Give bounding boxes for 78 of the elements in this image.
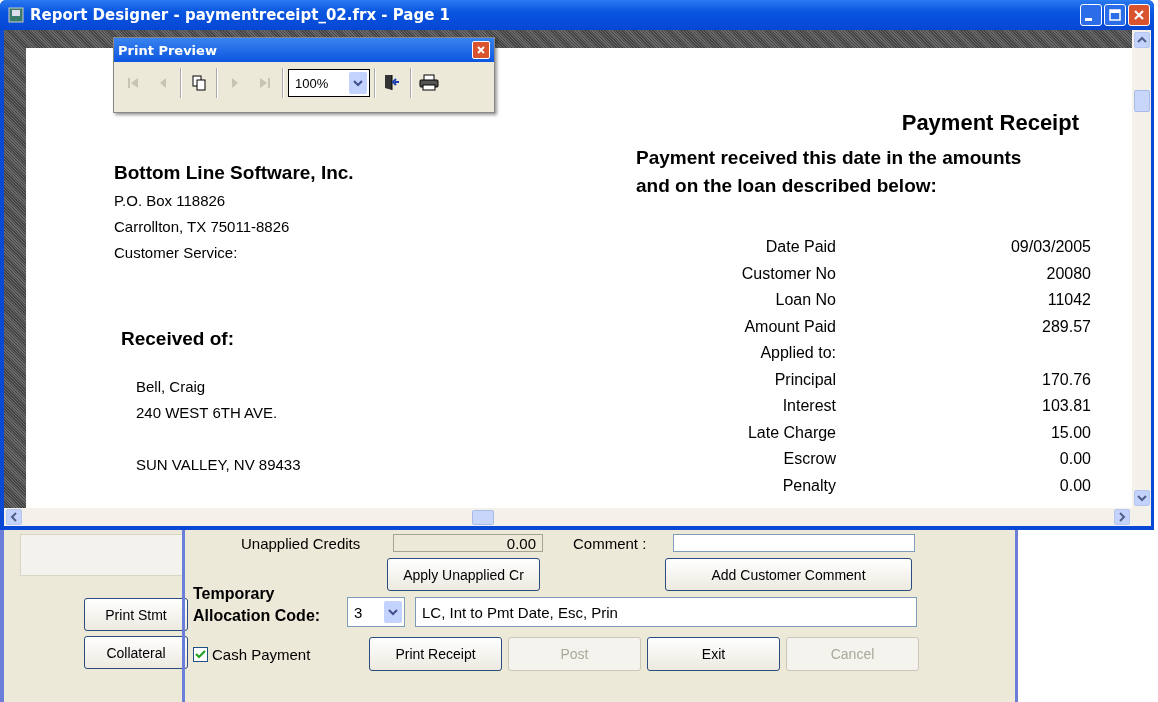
detail-label: Amount Paid <box>743 316 836 337</box>
action-button[interactable]: Print Receipt <box>369 637 502 671</box>
allocation-label: Temporary <box>193 584 276 604</box>
side-button[interactable]: Print Stmt <box>84 598 188 631</box>
report-title: Payment Receipt <box>900 110 1079 136</box>
close-button[interactable] <box>472 41 490 59</box>
caret-down-icon <box>1136 494 1147 502</box>
side-button[interactable]: Collateral <box>84 636 188 669</box>
zoom-dropdown[interactable]: 100% <box>288 69 370 97</box>
receipt-statement: Payment received this date in the amounts <box>636 146 1023 170</box>
close-icon <box>1132 8 1146 22</box>
scroll-up-button[interactable] <box>1133 32 1150 48</box>
checkbox-label: Cash Payment <box>212 645 311 663</box>
company-address-line: P.O. Box 118826 <box>114 191 226 211</box>
detail-value: 15.00 <box>1049 422 1091 443</box>
allocation-description-field[interactable]: LC, Int to Pmt Date, Esc, Prin <box>415 597 917 627</box>
apply-credits-button[interactable]: Apply Unapplied Cr <box>387 558 540 591</box>
caret-down-icon <box>388 608 398 616</box>
close-button[interactable] <box>1128 4 1150 26</box>
detail-value: 0.00 <box>1058 475 1091 496</box>
comment-field[interactable] <box>673 534 915 552</box>
detail-label: Loan No <box>774 290 836 310</box>
action-button[interactable]: Exit <box>647 637 780 671</box>
unapplied-credits-field: 0.00 <box>393 534 543 552</box>
field-label: Unapplied Credits <box>241 534 362 552</box>
check-icon <box>195 648 206 660</box>
caret-down-icon <box>353 79 363 87</box>
scroll-thumb[interactable] <box>1133 90 1150 112</box>
zoom-value: 100% <box>295 75 329 91</box>
last-page-icon <box>258 76 272 90</box>
detail-value: 170.76 <box>1041 369 1091 390</box>
add-comment-button[interactable]: Add Customer Comment <box>665 558 912 591</box>
scroll-right-button[interactable] <box>1114 509 1130 525</box>
detail-label: Late Charge <box>746 422 836 443</box>
detail-label: Applied to: <box>759 343 836 363</box>
maximize-icon <box>1108 8 1122 22</box>
caret-up-icon <box>1136 36 1147 44</box>
printer-icon <box>419 74 439 92</box>
detail-label: Interest <box>781 396 836 416</box>
scroll-down-button[interactable] <box>1133 490 1150 506</box>
allocation-label: Allocation Code: <box>193 606 322 626</box>
detail-value: 289.57 <box>1041 316 1091 337</box>
detail-value: 0.00 <box>1058 449 1091 469</box>
detail-value: 20080 <box>1045 263 1091 284</box>
scroll-left-button[interactable] <box>6 509 22 525</box>
detail-value: 103.81 <box>1041 396 1091 416</box>
maximize-button[interactable] <box>1104 4 1126 26</box>
detail-label: Penalty <box>781 475 836 496</box>
app-icon <box>8 7 24 23</box>
allocation-code-dropdown[interactable]: 3 <box>347 597 405 627</box>
detail-label: Principal <box>773 369 836 390</box>
pages-icon <box>191 75 207 91</box>
caret-right-icon <box>1118 512 1126 522</box>
horizontal-scrollbar[interactable] <box>4 508 1132 526</box>
caret-left-icon <box>10 512 18 522</box>
toolbar-title: Print Preview <box>118 42 217 58</box>
detail-label: Escrow <box>782 449 836 469</box>
field-label: Comment : <box>573 534 648 552</box>
company-name: Bottom Line Software, Inc. <box>114 162 354 184</box>
received-of-heading: Received of: <box>121 328 234 350</box>
scroll-thumb[interactable] <box>472 509 494 525</box>
detail-label: Customer No <box>740 263 836 284</box>
customer-address-line: 240 WEST 6TH AVE. <box>136 403 278 423</box>
minimize-button[interactable] <box>1080 4 1102 26</box>
minimize-icon <box>1085 17 1092 21</box>
detail-value: 09/03/2005 <box>1009 237 1091 257</box>
detail-value: 11042 <box>1046 290 1091 310</box>
receipt-statement: and on the loan described below: <box>636 174 938 198</box>
window-title: Report Designer - paymentreceipt_02.frx - Page 1 <box>30 6 451 24</box>
first-page-icon <box>126 76 140 90</box>
company-address-line: Customer Service: <box>114 243 238 263</box>
customer-city-line: SUN VALLEY, NV 89433 <box>136 455 301 475</box>
close-icon <box>476 45 486 55</box>
vertical-scrollbar[interactable] <box>1132 30 1151 508</box>
detail-label: Date Paid <box>764 237 836 257</box>
customer-address-line: Bell, Craig <box>136 377 206 397</box>
checkbox[interactable] <box>193 646 208 662</box>
company-address-line: Carrollton, TX 75011-8826 <box>114 217 290 237</box>
